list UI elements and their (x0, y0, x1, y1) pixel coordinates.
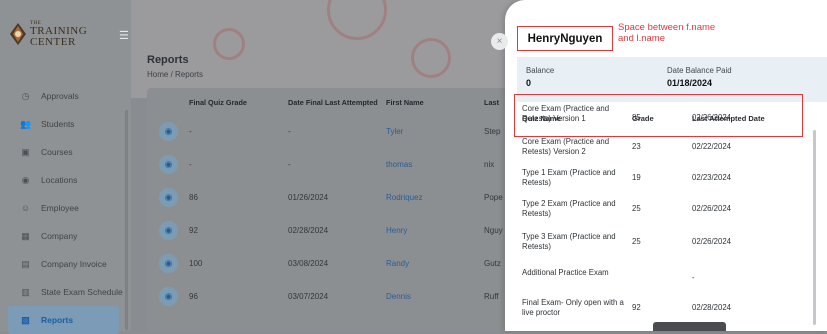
view-eye-icon[interactable]: ◉ (159, 122, 178, 141)
sidebar-item-label: Locations (41, 175, 78, 185)
last-name: Pope (484, 193, 503, 202)
page-title: Reports (147, 54, 189, 66)
approvals-icon: ◷ (21, 90, 30, 101)
sidebar-item-company-invoice[interactable]: ▤ Company Invoice (0, 250, 131, 278)
date-final-attempted: - (288, 160, 291, 169)
company-icon: ▦ (21, 230, 30, 241)
annotation-highlight-box (514, 94, 803, 137)
quiz-name: Final Exam- Only open with a live procto… (522, 298, 624, 317)
quiz-last-attempted: 02/28/2024 (692, 303, 732, 312)
last-name: Nguy (484, 226, 503, 235)
quiz-last-attempted: 02/26/2024 (692, 237, 732, 246)
quiz-last-attempted: 02/26/2024 (692, 204, 732, 213)
sidebar-item-courses[interactable]: ▣ Courses (0, 138, 131, 166)
balance-value: 0 (526, 78, 532, 88)
quiz-last-attempted: 02/23/2024 (692, 173, 732, 182)
quiz-grade: 25 (632, 237, 641, 246)
first-name-link[interactable]: Henry (386, 226, 407, 235)
drawer-scrollbar[interactable] (813, 130, 816, 325)
sidebar-item-reports[interactable]: ▧ Reports (8, 306, 119, 334)
location-pin-icon: ◉ (21, 174, 30, 185)
close-icon[interactable]: × (491, 33, 508, 50)
menu-toggle-icon[interactable]: ☰ (119, 29, 129, 42)
sidebar-scrollbar[interactable] (125, 110, 128, 330)
sidebar-item-label: Students (41, 119, 75, 129)
sidebar: THE TRAINING CENTER ☰ ◷ Approvals 👥 Student… (0, 0, 131, 334)
sidebar-item-label: Reports (41, 315, 74, 325)
student-name: HenryNguyen (517, 26, 613, 51)
view-eye-icon[interactable]: ◉ (159, 221, 178, 240)
date-final-attempted: 03/07/2024 (288, 292, 329, 301)
view-eye-icon[interactable]: ◉ (159, 155, 178, 174)
date-final-attempted: 03/08/2024 (288, 259, 329, 268)
quiz-name: Core Exam (Practice and Retests) Version… (522, 137, 610, 156)
sidebar-item-label: Company Invoice (41, 259, 107, 269)
sidebar-item-employee[interactable]: ☺ Employee (0, 194, 131, 222)
view-eye-icon[interactable]: ◉ (159, 188, 178, 207)
sidebar-nav: ◷ Approvals 👥 Students ▣ Courses ◉ Locations ☺ Em… (0, 82, 131, 334)
first-name-link[interactable]: thomas (386, 160, 412, 169)
students-icon: 👥 (20, 118, 32, 129)
quiz-name: Type 3 Exam (Practice and Retests) (522, 232, 616, 251)
sidebar-item-approvals[interactable]: ◷ Approvals (0, 82, 131, 110)
last-name: Ruff (484, 292, 499, 301)
annotation-note: Space between f.name and l.name (618, 22, 716, 44)
paid-date-label: Date Balance Paid (667, 66, 732, 75)
column-header[interactable]: Final Quiz Grade (189, 98, 247, 107)
view-eye-icon[interactable]: ◉ (159, 287, 178, 306)
sidebar-item-label: Approvals (41, 91, 79, 101)
paid-date-value: 01/18/2024 (667, 78, 713, 88)
final-quiz-grade: 92 (189, 226, 198, 235)
quiz-name: Additional Practice Exam (522, 268, 609, 277)
final-quiz-grade: - (189, 160, 192, 169)
sidebar-item-label: Company (41, 231, 78, 241)
date-final-attempted: 01/26/2024 (288, 193, 329, 202)
quiz-name: Type 1 Exam (Practice and Retests) (522, 168, 616, 187)
first-name-link[interactable]: Dennis (386, 292, 411, 301)
sidebar-item-company[interactable]: ▦ Company (0, 222, 131, 250)
column-header[interactable]: First Name (386, 98, 424, 107)
column-header[interactable]: Last (484, 98, 499, 107)
sidebar-item-label: Courses (41, 147, 73, 157)
quiz-grade: 25 (632, 204, 641, 213)
quiz-last-attempted: - (692, 273, 695, 282)
balance-label: Balance (526, 66, 555, 75)
last-name: Gutz (484, 259, 501, 268)
breadcrumb[interactable]: Home / Reports (147, 70, 203, 79)
invoice-icon: ▤ (21, 258, 30, 269)
first-name-link[interactable]: Rodriquez (386, 193, 422, 202)
quiz-grade: 19 (632, 173, 641, 182)
quiz-last-attempted: 02/22/2024 (692, 142, 732, 151)
drawer-action-button[interactable] (653, 322, 726, 331)
student-detail-drawer: HenryNguyen Space between f.name and l.n… (505, 0, 827, 331)
last-name: nix (484, 160, 495, 169)
date-final-attempted: - (288, 127, 291, 136)
quiz-name: Type 2 Exam (Practice and Retests) (522, 199, 616, 218)
sidebar-item-label: State Exam Schedule (41, 287, 123, 297)
logo-mark-icon (10, 23, 26, 45)
column-header[interactable]: Date Final Last Attempted (288, 98, 378, 107)
brand-logo[interactable]: THE TRAINING CENTER (10, 20, 110, 48)
sidebar-item-locations[interactable]: ◉ Locations (0, 166, 131, 194)
reports-icon: ▧ (21, 314, 30, 325)
first-name-link[interactable]: Randy (386, 259, 409, 268)
calendar-icon: ▥ (21, 286, 30, 297)
employee-icon: ☺ (20, 203, 31, 213)
final-quiz-grade: 86 (189, 193, 198, 202)
quiz-grade: 92 (632, 303, 641, 312)
sidebar-item-label: Employee (41, 203, 79, 213)
brand-wordmark: THE TRAINING CENTER (30, 20, 88, 48)
courses-icon: ▣ (21, 146, 30, 157)
date-final-attempted: 02/28/2024 (288, 226, 329, 235)
sidebar-item-students[interactable]: 👥 Students (0, 110, 131, 138)
final-quiz-grade: 100 (189, 259, 203, 268)
final-quiz-grade: 96 (189, 292, 198, 301)
quiz-grade: 23 (632, 142, 641, 151)
final-quiz-grade: - (189, 127, 192, 136)
sidebar-item-state-exam-schedule[interactable]: ▥ State Exam Schedule (0, 278, 131, 306)
first-name-link[interactable]: Tyler (386, 127, 403, 136)
view-eye-icon[interactable]: ◉ (159, 254, 178, 273)
last-name: Step (484, 127, 501, 136)
